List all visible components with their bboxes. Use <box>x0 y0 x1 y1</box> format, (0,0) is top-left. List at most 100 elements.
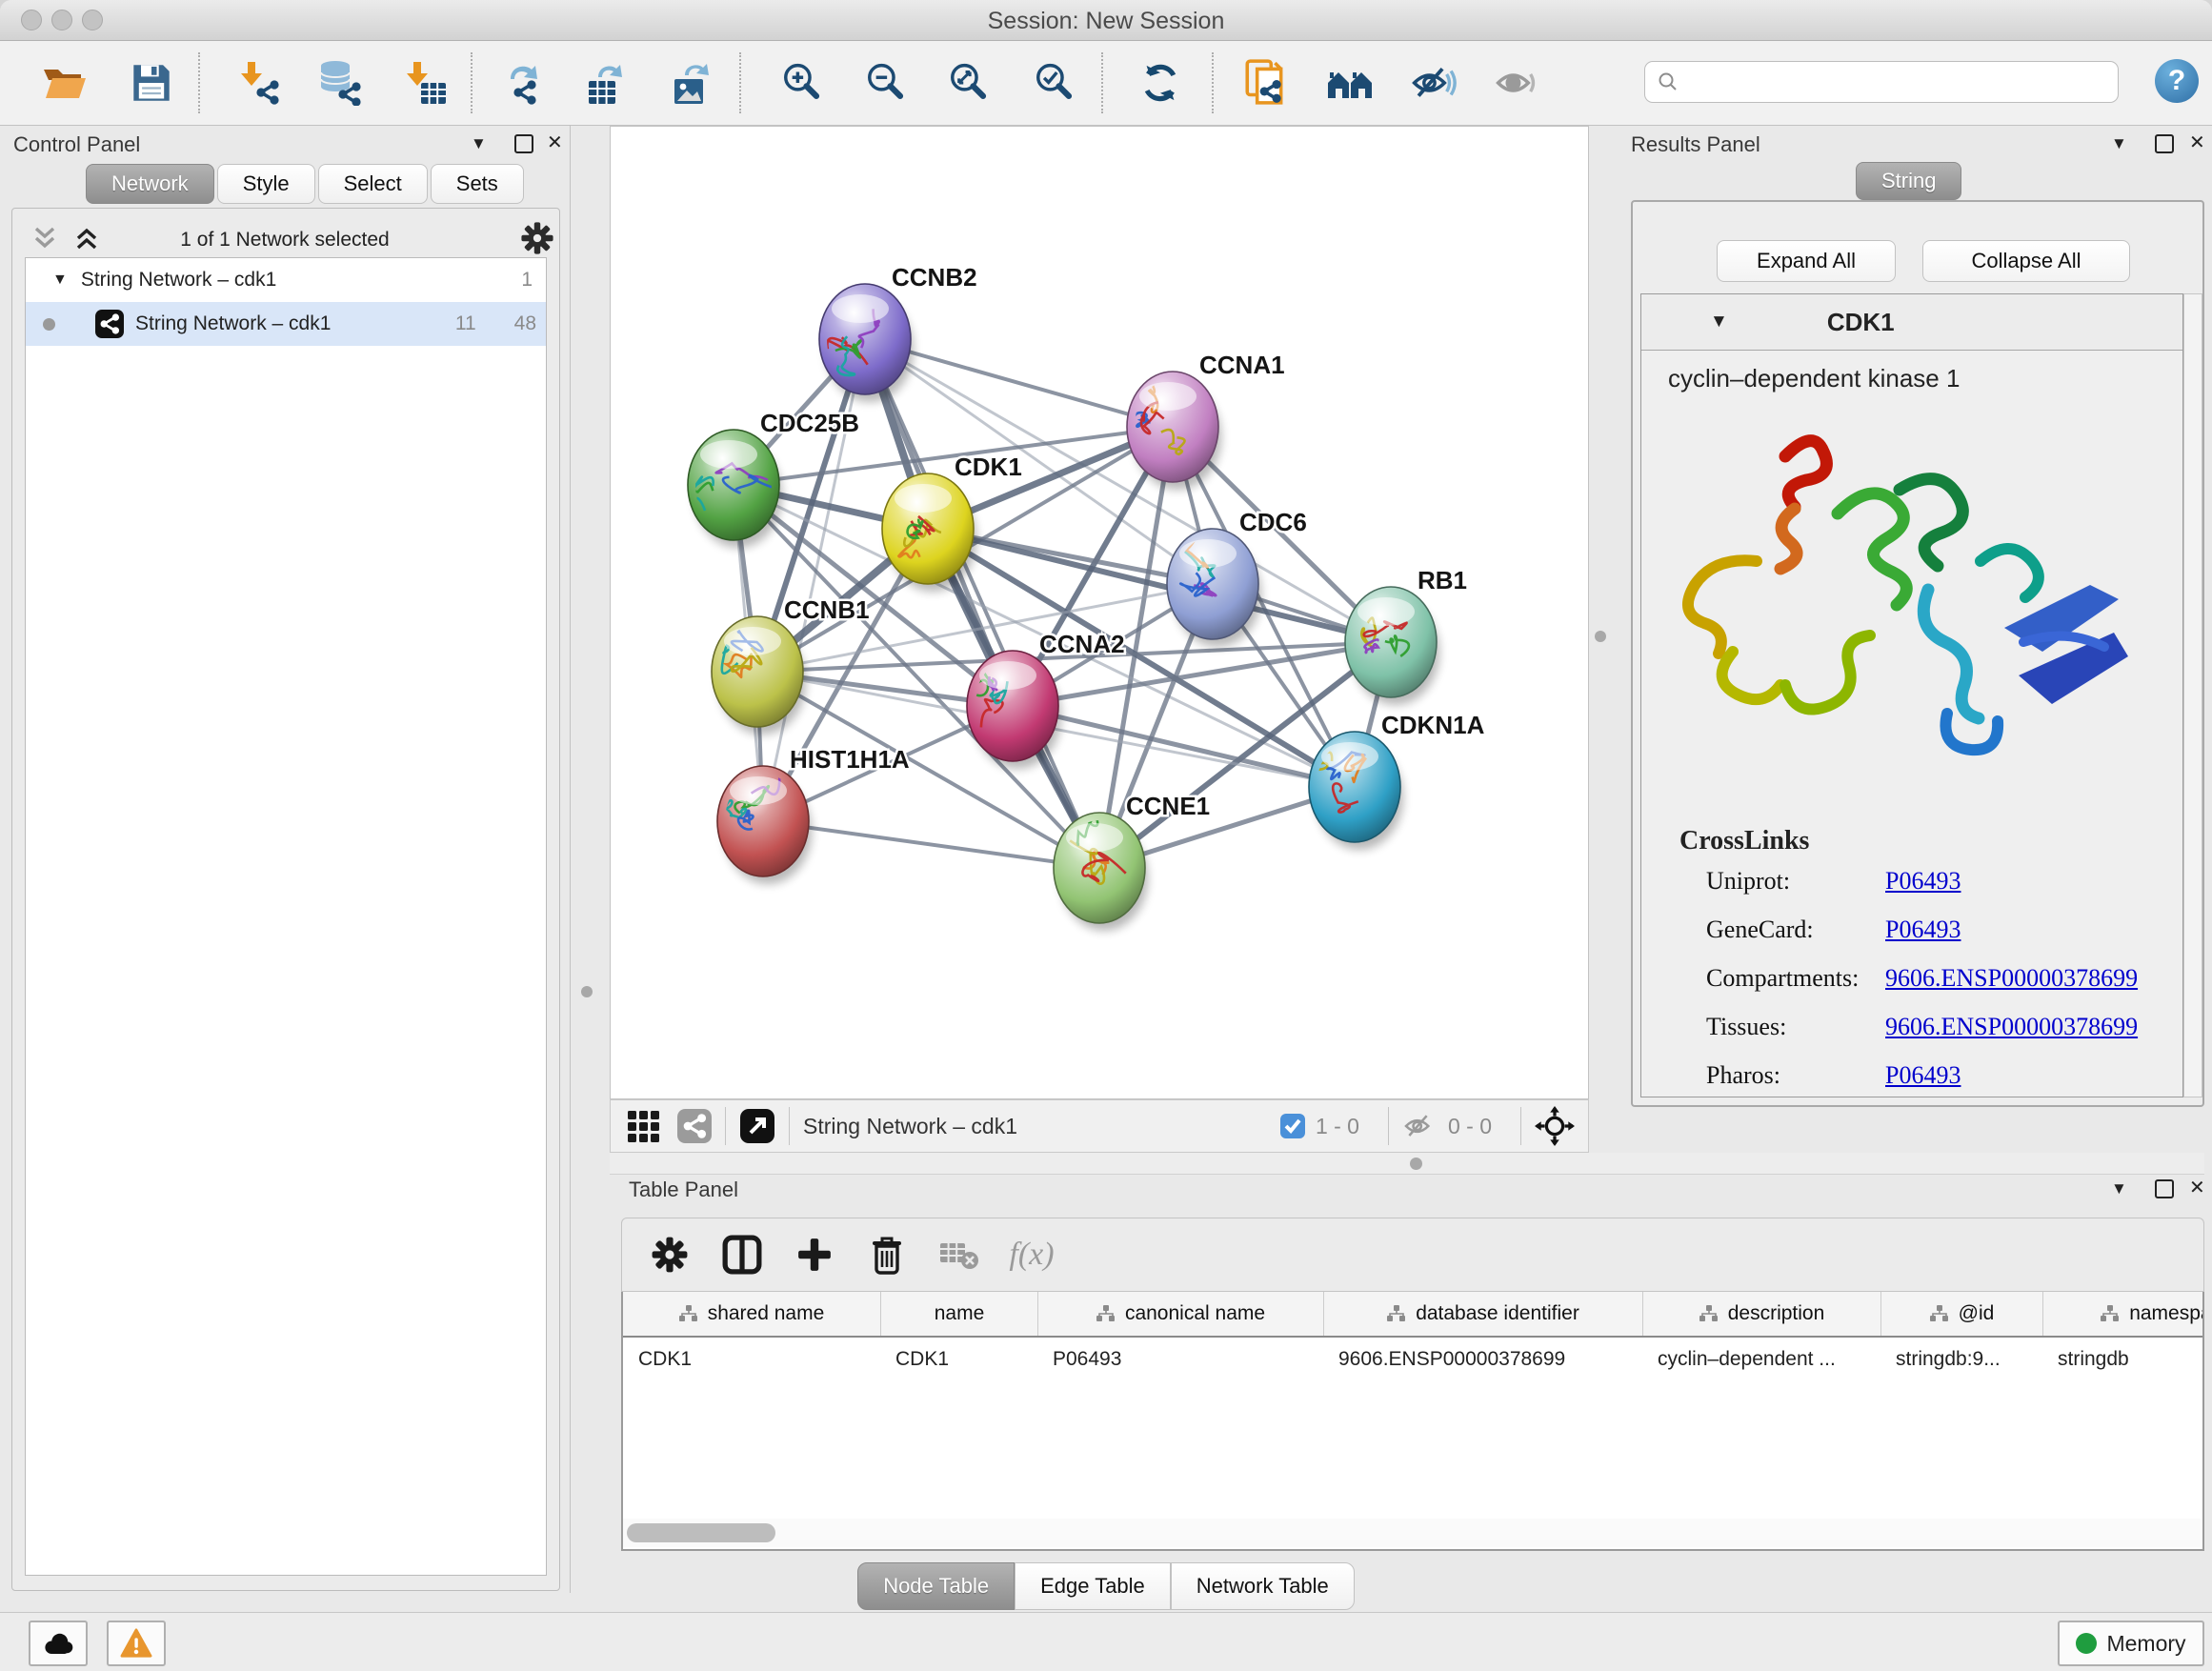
table-cell[interactable]: 9606.ENSP00000378699 <box>1323 1338 1642 1381</box>
function-builder-button[interactable]: f(x) <box>995 1237 1068 1273</box>
scrollbar-thumb[interactable] <box>627 1523 775 1542</box>
network-node-CDC25B[interactable]: CDC25B <box>679 409 859 548</box>
memory-status-dot-icon <box>2076 1633 2097 1654</box>
export-table-button[interactable] <box>581 61 634 105</box>
import-network-from-database-button[interactable] <box>313 61 367 105</box>
eye-slash-icon <box>1410 62 1458 104</box>
column-header-database-identifier[interactable]: database identifier <box>1323 1292 1642 1336</box>
network-overview-button[interactable] <box>1324 61 1377 105</box>
memory-button[interactable]: Memory <box>2058 1621 2204 1666</box>
tab-edge-table[interactable]: Edge Table <box>1015 1562 1171 1610</box>
table-cell[interactable]: cyclin–dependent ... <box>1642 1338 1880 1381</box>
search-input[interactable] <box>1644 61 2119 103</box>
table-horizontal-scrollbar[interactable] <box>623 1519 2201 1547</box>
panel-menu-chevron-icon[interactable]: ▼ <box>2111 1180 2127 1197</box>
panel-close-icon[interactable]: ✕ <box>2189 1178 2205 1198</box>
table-cell[interactable]: CDK1 <box>880 1338 1037 1381</box>
zoom-in-button[interactable] <box>775 61 829 105</box>
panel-menu-chevron-icon[interactable]: ▼ <box>2111 135 2127 151</box>
network-edge[interactable] <box>1013 706 1355 787</box>
table-cell[interactable]: stringdb:9... <box>1880 1338 2042 1381</box>
panel-menu-chevron-icon[interactable]: ▼ <box>471 135 487 151</box>
network-node-CCNE1[interactable]: CCNE1 <box>1054 792 1210 931</box>
delete-column-button[interactable] <box>851 1235 923 1275</box>
save-session-button[interactable] <box>125 61 178 105</box>
tab-network[interactable]: Network <box>86 164 214 204</box>
crosslink-link[interactable]: 9606.ENSP00000378699 <box>1885 964 2138 993</box>
protein-section-header[interactable]: ▼ CDK1 <box>1641 294 2182 351</box>
fit-content-crosshair-icon[interactable] <box>1535 1106 1575 1146</box>
hide-panels-button[interactable] <box>1407 61 1460 105</box>
network-edge[interactable] <box>865 339 1099 868</box>
import-table-from-file-button[interactable] <box>398 61 452 105</box>
column-header-namespace[interactable]: namespace <box>2042 1292 2204 1336</box>
tab-node-table[interactable]: Node Table <box>857 1562 1015 1610</box>
panel-float-icon[interactable] <box>2155 134 2174 153</box>
refresh-button[interactable] <box>1134 61 1187 105</box>
zoom-out-button[interactable] <box>859 61 913 105</box>
network-node-HIST1H1A[interactable]: HIST1H1A <box>711 745 910 884</box>
tree-expand-caret-icon[interactable]: ▼ <box>52 272 68 289</box>
open-session-button[interactable] <box>38 61 91 105</box>
panel-float-icon[interactable] <box>514 134 533 153</box>
zoom-selected-button[interactable] <box>1028 61 1081 105</box>
detach-view-icon[interactable] <box>739 1108 775 1144</box>
table-cell[interactable]: CDK1 <box>623 1338 880 1381</box>
warnings-button[interactable] <box>107 1621 166 1666</box>
zoom-fit-button[interactable] <box>942 61 995 105</box>
show-columns-button[interactable] <box>706 1235 778 1275</box>
export-network-button[interactable] <box>499 61 553 105</box>
import-network-from-file-button[interactable] <box>232 61 286 105</box>
create-column-button[interactable] <box>778 1237 851 1273</box>
crosslink-link[interactable]: 9606.ENSP00000378699 <box>1885 1013 2138 1041</box>
grid-view-icon[interactable] <box>626 1107 664 1145</box>
network-node-CCNA1[interactable]: CCNA1 <box>1127 351 1285 490</box>
network-node-CCNB2[interactable]: CCNB2 <box>819 263 977 402</box>
column-header-description[interactable]: description <box>1642 1292 1880 1336</box>
column-header-canonical-name[interactable]: canonical name <box>1037 1292 1323 1336</box>
column-header--id[interactable]: @id <box>1880 1292 2042 1336</box>
network-view-icon[interactable] <box>677 1109 712 1143</box>
help-button[interactable]: ? <box>2155 59 2199 103</box>
tab-sets[interactable]: Sets <box>431 164 524 204</box>
splitter-handle[interactable] <box>1410 1158 1422 1170</box>
network-node-CCNB1[interactable]: CCNB1 <box>708 595 869 735</box>
crosslink-link[interactable]: P06493 <box>1885 867 1961 896</box>
crosslink-link[interactable]: P06493 <box>1885 916 1961 944</box>
network-row-selected[interactable]: String Network – cdk1 11 48 <box>26 302 546 346</box>
panel-close-icon[interactable]: ✕ <box>547 133 563 152</box>
delete-table-button[interactable] <box>923 1238 995 1272</box>
collapse-all-button[interactable]: Collapse All <box>1922 240 2130 282</box>
tab-select[interactable]: Select <box>318 164 428 204</box>
panel-float-icon[interactable] <box>2155 1179 2174 1198</box>
network-canvas[interactable]: CCNB2 CCNA1 CDC25B CDK1 CDC6 <box>610 126 1589 1099</box>
network-options-gear-icon[interactable] <box>520 221 554 255</box>
panel-close-icon[interactable]: ✕ <box>2189 133 2205 152</box>
table-row[interactable]: CDK1CDK1P064939606.ENSP00000378699cyclin… <box>623 1338 2202 1381</box>
canvas-table-splitter[interactable] <box>610 1153 2204 1175</box>
results-scrollbar[interactable] <box>2183 293 2202 1097</box>
duplicate-network-button[interactable] <box>1238 61 1292 105</box>
network-node-CDC6[interactable]: CDC6 <box>1167 508 1307 647</box>
tab-network-table[interactable]: Network Table <box>1171 1562 1355 1610</box>
network-edge[interactable] <box>763 821 1099 868</box>
network-graph[interactable]: CCNB2 CCNA1 CDC25B CDK1 CDC6 <box>611 127 1588 1098</box>
table-cell[interactable]: stringdb <box>2042 1338 2204 1381</box>
column-header-name[interactable]: name <box>880 1292 1037 1336</box>
expand-all-button[interactable]: Expand All <box>1717 240 1896 282</box>
crosslink-link[interactable]: P06493 <box>1885 1061 1961 1090</box>
column-header-shared-name[interactable]: shared name <box>623 1292 880 1336</box>
section-collapse-caret-icon[interactable]: ▼ <box>1710 312 1728 332</box>
export-image-button[interactable] <box>666 61 719 105</box>
left-splitter-handle[interactable] <box>581 986 593 997</box>
table-options-button[interactable] <box>633 1236 706 1274</box>
table-cell[interactable]: P06493 <box>1037 1338 1323 1381</box>
network-collection-row[interactable]: ▼ String Network – cdk1 1 <box>26 258 546 302</box>
cloud-status-button[interactable] <box>29 1621 88 1666</box>
show-panels-button[interactable] <box>1491 61 1544 105</box>
selected-checkbox-icon[interactable] <box>1279 1113 1306 1139</box>
network-node-RB1[interactable]: RB1 <box>1345 566 1467 705</box>
tab-style[interactable]: Style <box>217 164 315 204</box>
right-splitter-handle[interactable] <box>1595 631 1606 642</box>
tab-string[interactable]: String <box>1856 162 1961 200</box>
